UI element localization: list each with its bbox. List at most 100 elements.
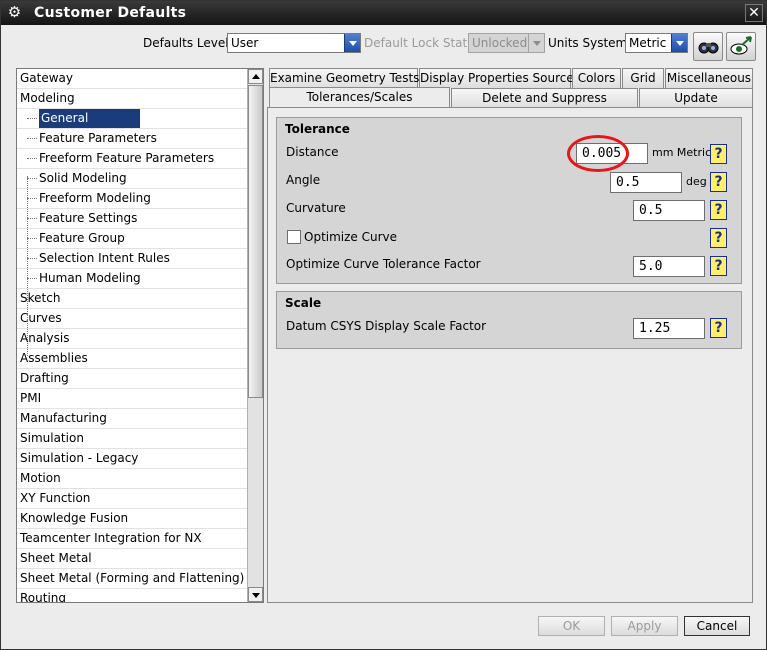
tree-item[interactable]: Sheet Metal bbox=[17, 549, 247, 569]
tree-item-label: Manufacturing bbox=[20, 411, 107, 425]
title-bar: ⚙ Customer Defaults ✕ bbox=[1, 1, 766, 25]
tree-item[interactable]: Routing bbox=[17, 589, 247, 603]
lock-state-label: Default Lock State bbox=[364, 36, 475, 50]
help-icon[interactable]: ? bbox=[710, 200, 727, 220]
tree-item[interactable]: Knowledge Fusion bbox=[17, 509, 247, 529]
chevron-down-icon[interactable] bbox=[528, 34, 544, 52]
tree-item[interactable]: Analysis bbox=[17, 329, 247, 349]
distance-unit: mm Metric bbox=[652, 146, 712, 159]
tree-item[interactable]: Sketch bbox=[17, 289, 247, 309]
tree-item-label: Human Modeling bbox=[39, 271, 141, 285]
help-icon[interactable]: ? bbox=[710, 144, 727, 164]
tree-item-label: Knowledge Fusion bbox=[20, 511, 129, 525]
tree-connector-line bbox=[27, 158, 37, 159]
datum-csys-scale-label: Datum CSYS Display Scale Factor bbox=[286, 319, 487, 333]
tree-item[interactable]: Feature Parameters bbox=[17, 129, 247, 149]
scroll-up-arrow-icon[interactable] bbox=[248, 69, 263, 84]
tree-item-label: Feature Settings bbox=[39, 211, 138, 225]
tree-item[interactable]: Human Modeling bbox=[17, 269, 247, 289]
tree-item[interactable]: Motion bbox=[17, 469, 247, 489]
tree-connector-line bbox=[27, 218, 37, 219]
tree-item-label: Drafting bbox=[20, 371, 69, 385]
tree-item[interactable]: Solid Modeling bbox=[17, 169, 247, 189]
tree-connector-line bbox=[27, 198, 37, 199]
help-icon[interactable]: ? bbox=[710, 228, 727, 248]
binoculars-button[interactable] bbox=[693, 32, 723, 61]
tree-item[interactable]: Simulation bbox=[17, 429, 247, 449]
distance-label: Distance bbox=[286, 145, 339, 159]
ok-button[interactable]: OK bbox=[538, 616, 605, 636]
tree-connector-line bbox=[27, 138, 37, 139]
optimize-factor-input[interactable]: 5.0 bbox=[633, 256, 705, 277]
tree-item-label: Assemblies bbox=[20, 351, 88, 365]
units-system-value: Metric bbox=[629, 36, 667, 50]
tree-item[interactable]: Manufacturing bbox=[17, 409, 247, 429]
datum-csys-scale-input[interactable]: 1.25 bbox=[633, 318, 705, 339]
tree-item[interactable]: Modeling bbox=[17, 89, 247, 109]
tree-item-label: Feature Parameters bbox=[39, 131, 157, 145]
tree-item[interactable]: XY Function bbox=[17, 489, 247, 509]
highlight-circle bbox=[567, 135, 629, 172]
tree-item-label: Gateway bbox=[20, 71, 74, 85]
cancel-button[interactable]: Cancel bbox=[684, 616, 750, 636]
tree-item[interactable]: Freeform Feature Parameters bbox=[17, 149, 247, 169]
lock-state-select[interactable]: Unlocked bbox=[468, 33, 545, 53]
tree-item[interactable]: Sheet Metal (Forming and Flattening) bbox=[17, 569, 247, 589]
gear-icon[interactable]: ⚙ bbox=[6, 4, 23, 21]
tree-item-label: Selection Intent Rules bbox=[39, 251, 170, 265]
tree-item[interactable]: Simulation - Legacy bbox=[17, 449, 247, 469]
chevron-down-icon[interactable] bbox=[671, 34, 687, 52]
angle-unit: deg bbox=[686, 175, 707, 188]
units-system-select[interactable]: Metric bbox=[625, 33, 688, 53]
tree-item[interactable]: PMI bbox=[17, 389, 247, 409]
chevron-down-icon[interactable] bbox=[344, 34, 360, 52]
tree-connector-line bbox=[27, 238, 37, 239]
optimize-curve-checkbox[interactable] bbox=[287, 230, 301, 244]
category-tree[interactable]: Gateway Modeling General Feature Parameters… bbox=[16, 68, 264, 603]
tree-scrollbar[interactable] bbox=[247, 69, 263, 602]
close-icon[interactable]: ✕ bbox=[745, 4, 763, 22]
tab-colors[interactable]: Colors bbox=[572, 68, 621, 88]
scroll-down-arrow-icon[interactable] bbox=[248, 587, 263, 602]
angle-tolerance-input[interactable]: 0.5 bbox=[610, 172, 682, 193]
defaults-level-select[interactable]: User bbox=[227, 33, 361, 53]
tree-item[interactable]: Assemblies bbox=[17, 349, 247, 369]
scroll-thumb[interactable] bbox=[248, 85, 263, 398]
view-changes-button[interactable] bbox=[726, 32, 756, 61]
tab-examine-geometry-tests[interactable]: Examine Geometry Tests bbox=[269, 68, 419, 88]
tree-item-label: PMI bbox=[20, 391, 42, 405]
tab-grid[interactable]: Grid bbox=[622, 68, 664, 88]
curvature-tolerance-input[interactable]: 0.5 bbox=[633, 200, 705, 221]
tree-item-label: Routing bbox=[20, 591, 67, 603]
curvature-label: Curvature bbox=[286, 201, 346, 215]
tab-tolerances-scales[interactable]: Tolerances/Scales bbox=[269, 87, 450, 108]
tree-item-label: Freeform Modeling bbox=[39, 191, 151, 205]
tree-connector-line bbox=[27, 118, 37, 119]
defaults-level-value: User bbox=[231, 36, 259, 50]
tree-item[interactable]: Freeform Modeling bbox=[17, 189, 247, 209]
scale-group-title: Scale bbox=[285, 296, 322, 310]
tree-item[interactable]: Drafting bbox=[17, 369, 247, 389]
help-icon[interactable]: ? bbox=[710, 172, 727, 192]
tree-item[interactable]: Feature Settings bbox=[17, 209, 247, 229]
eye-arrow-icon bbox=[730, 36, 752, 55]
tree-item-label: Freeform Feature Parameters bbox=[39, 151, 215, 165]
help-icon[interactable]: ? bbox=[710, 256, 727, 276]
tab-delete-and-suppress[interactable]: Delete and Suppress bbox=[451, 88, 638, 108]
tree-item-label: XY Function bbox=[20, 491, 91, 505]
tree-item[interactable]: Teamcenter Integration for NX bbox=[17, 529, 247, 549]
tree-item-label: Modeling bbox=[20, 91, 75, 105]
tab-update[interactable]: Update bbox=[639, 88, 753, 108]
tab-display-properties-source[interactable]: Display Properties Source bbox=[419, 68, 574, 88]
angle-label: Angle bbox=[286, 173, 321, 187]
tree-item[interactable]: Curves bbox=[17, 309, 247, 329]
help-icon[interactable]: ? bbox=[710, 318, 727, 338]
apply-button[interactable]: Apply bbox=[611, 616, 678, 636]
tree-item[interactable]: Selection Intent Rules bbox=[17, 249, 247, 269]
optimize-curve-label: Optimize Curve bbox=[304, 230, 398, 244]
tree-item[interactable]: General bbox=[17, 109, 247, 129]
tree-item-label: Sketch bbox=[20, 291, 61, 305]
tab-miscellaneous[interactable]: Miscellaneous bbox=[665, 68, 753, 88]
tree-item[interactable]: Gateway bbox=[17, 69, 247, 89]
tree-item[interactable]: Feature Group bbox=[17, 229, 247, 249]
